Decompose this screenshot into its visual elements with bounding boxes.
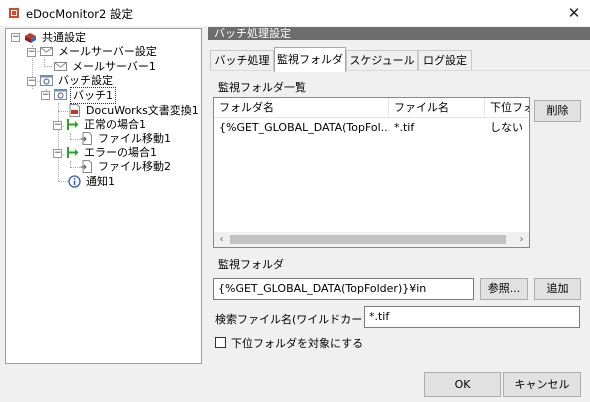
tree-item-label: メールサーバー1: [72, 60, 156, 73]
tree-item-label: エラーの場合1: [84, 146, 157, 159]
tree-connector: [70, 139, 80, 140]
collapse-toggle[interactable]: −: [11, 33, 20, 42]
collapse-toggle[interactable]: −: [41, 91, 50, 100]
tree-item-label: 正常の場合1: [84, 118, 146, 131]
branch-arrow-icon: [67, 147, 79, 158]
collapse-toggle[interactable]: −: [27, 48, 36, 57]
ok-button[interactable]: OK: [424, 372, 501, 397]
watch-list-label: 監視フォルダ一覧: [218, 81, 306, 94]
collapse-toggle[interactable]: −: [27, 77, 36, 86]
table-cell-file[interactable]: *.tif: [389, 120, 485, 136]
tree-connector: [70, 167, 80, 168]
info-icon: [68, 175, 81, 188]
subfolder-checkbox-label: 下位フォルダを対象にする: [231, 337, 364, 350]
tab-schedule[interactable]: スケジュール: [346, 50, 418, 71]
scroll-left-icon[interactable]: ‹: [214, 232, 229, 247]
table-cell-subfolder[interactable]: しない: [485, 120, 529, 136]
section-header: バッチ処理設定: [208, 27, 590, 40]
tree-item-label: 通知1: [86, 175, 115, 188]
subfolder-checkbox[interactable]: [215, 337, 226, 348]
close-icon[interactable]: ✕: [564, 3, 584, 23]
column-header-folder[interactable]: フォルダ名: [214, 98, 389, 118]
column-header-subfolder[interactable]: 下位フォルダ: [485, 98, 529, 118]
tab-watch-folder[interactable]: 監視フォルダ: [274, 47, 346, 72]
search-file-field[interactable]: *.tif: [364, 306, 580, 328]
batch-window-icon: [40, 75, 53, 86]
title-bar: eDocMonitor2 設定 ✕: [0, 0, 590, 26]
tree-connector: [58, 103, 59, 181]
cancel-button[interactable]: キャンセル: [503, 372, 581, 397]
file-move-icon: [80, 132, 92, 145]
add-button[interactable]: 追加: [534, 278, 581, 300]
tree-item-label: バッチ1: [70, 87, 116, 104]
tree-connector: [44, 66, 52, 67]
delete-button[interactable]: 削除: [534, 100, 581, 122]
list-header: フォルダ名 ファイル名 下位フォルダ: [214, 98, 529, 118]
table-cell-folder[interactable]: {%GET_GLOBAL_DATA(TopFol...: [214, 120, 389, 136]
scroll-right-icon[interactable]: ›: [514, 232, 529, 247]
batch-window-icon: [54, 89, 67, 100]
tree-item-label: ファイル移動2: [98, 160, 171, 173]
tree-connector: [58, 181, 68, 182]
pdf-document-icon: [69, 104, 80, 117]
file-move-icon: [80, 160, 92, 173]
horizontal-scrollbar[interactable]: ‹ ›: [214, 232, 529, 247]
tree-item-label: DocuWorks文書変換1: [86, 104, 199, 117]
tab-log-settings[interactable]: ログ設定: [418, 50, 472, 71]
tree-item-label: バッチ設定: [58, 74, 113, 87]
browse-button[interactable]: 参照...: [480, 278, 528, 300]
collapse-toggle[interactable]: −: [53, 149, 62, 158]
envelope-icon: [54, 62, 67, 71]
window-title: eDocMonitor2 設定: [26, 7, 133, 21]
tree-connector: [58, 111, 68, 112]
tab-batch-processing[interactable]: バッチ処理: [210, 50, 274, 71]
watch-folder-list[interactable]: フォルダ名 ファイル名 下位フォルダ {%GET_GLOBAL_DATA(Top…: [213, 97, 530, 248]
envelope-icon: [40, 47, 53, 56]
settings-tree[interactable]: − 共通設定 − メールサーバー設定 メールサーバー1 − バッチ設定 − バッ…: [5, 28, 202, 364]
scrollbar-thumb[interactable]: [230, 235, 506, 244]
branch-arrow-icon: [67, 119, 79, 130]
watch-folder-label: 監視フォルダ: [218, 258, 284, 271]
watch-folder-field[interactable]: {%GET_GLOBAL_DATA(TopFolder)}¥in: [213, 278, 474, 300]
books-icon: [25, 33, 36, 43]
column-header-file[interactable]: ファイル名: [389, 98, 485, 118]
tree-item-label: メールサーバー設定: [58, 45, 157, 58]
app-icon: [9, 8, 19, 18]
tree-item-label: ファイル移動1: [98, 132, 171, 145]
search-file-label: 検索ファイル名(ワイルドカード): [215, 313, 378, 326]
collapse-toggle[interactable]: −: [53, 121, 62, 130]
tree-item-label: 共通設定: [42, 31, 86, 44]
